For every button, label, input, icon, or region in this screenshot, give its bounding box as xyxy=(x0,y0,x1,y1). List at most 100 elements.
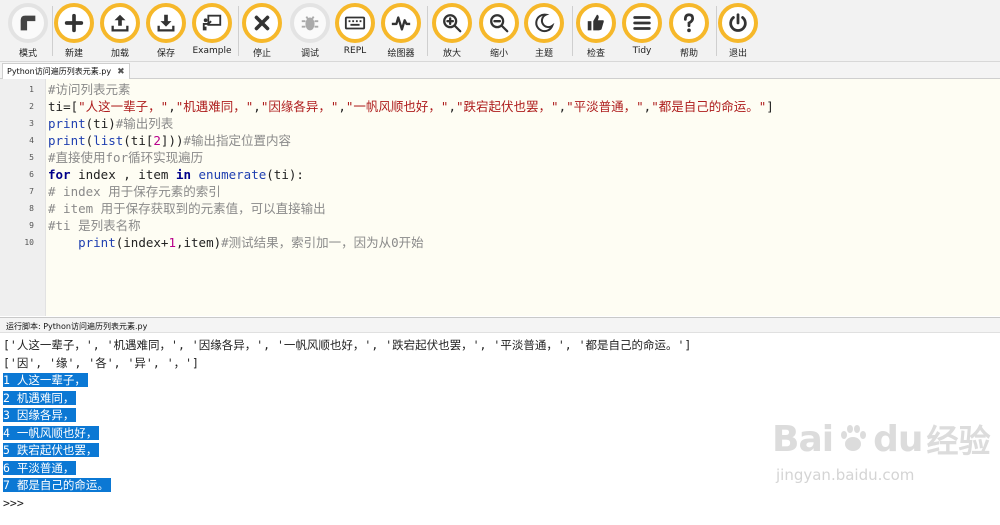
output-header: 运行脚本: Python访问遍历列表元素.py xyxy=(0,317,1000,333)
stop-label: 停止 xyxy=(252,49,271,59)
line-number-gutter: 1 2 3 4 5 6 7 8 9 10 xyxy=(0,79,46,316)
code-token: in xyxy=(175,167,191,182)
code-line[interactable]: for index , item in enumerate(ti): xyxy=(48,166,304,183)
tidy-button[interactable]: Tidy xyxy=(618,3,666,61)
output-line-selected[interactable]: 2 机遇难同， xyxy=(3,389,77,407)
quit-button[interactable]: 退出 xyxy=(714,3,762,61)
output-title: 运行脚本: Python访问遍历列表元素.py xyxy=(6,322,148,331)
code-token: "跌宕起伏也罢，" xyxy=(456,99,559,114)
output-line[interactable]: >>> xyxy=(3,494,31,512)
output-line-selected[interactable]: 7 都是自己的命运。 xyxy=(3,476,111,494)
theme-button[interactable]: 主题 xyxy=(520,3,568,61)
output-text: 2 机遇难同， xyxy=(3,390,77,405)
code-token: (ti[ xyxy=(123,133,154,148)
line-number: 9 xyxy=(29,221,34,230)
line-number: 7 xyxy=(29,187,34,196)
code-line[interactable]: #直接使用for循环实现遍历 xyxy=(48,149,203,166)
code-token: 2 xyxy=(153,133,161,148)
line-number: 8 xyxy=(29,204,34,213)
code-token: #访问列表元素 xyxy=(48,82,131,97)
zoom-in-icon xyxy=(432,3,472,43)
close-tab-icon[interactable]: ✖ xyxy=(117,67,125,77)
code-line[interactable]: # index 用于保存元素的索引 xyxy=(48,183,221,200)
mode-label: 模式 xyxy=(18,49,37,59)
watermark-brand-cn: 经验 xyxy=(926,422,991,460)
moon-icon xyxy=(524,3,564,43)
zoom-in-button[interactable]: 放大 xyxy=(428,3,476,61)
line-number: 6 xyxy=(29,170,34,179)
watermark-brand-latin: Bai xyxy=(772,418,834,460)
stop-button[interactable]: 停止 xyxy=(238,3,286,61)
line-number: 3 xyxy=(29,119,34,128)
output-text: 3 因缘各异， xyxy=(3,408,77,422)
code-token: "一帆风顺也好，" xyxy=(345,99,449,114)
code-token: #测试结果，索引加一，因为从0开始 xyxy=(221,235,424,250)
plotter-button[interactable]: 绘图器 xyxy=(377,3,425,61)
tab-bar: Python访问遍历列表元素.py ✖ xyxy=(0,62,1000,79)
code-token: print xyxy=(48,133,86,148)
example-button[interactable]: Example xyxy=(188,3,236,61)
zoom-out-button[interactable]: 缩小 xyxy=(475,3,523,61)
file-tab[interactable]: Python访问遍历列表元素.py ✖ xyxy=(2,63,130,79)
keyboard-icon xyxy=(335,3,375,43)
check-button[interactable]: 检查 xyxy=(572,3,620,61)
code-line[interactable]: ti=["人这一辈子，","机遇难同，","因缘各异，","一帆风顺也好，","… xyxy=(48,98,774,115)
menu-icon xyxy=(622,3,662,43)
save-label: 保存 xyxy=(156,49,175,59)
output-line-selected[interactable]: 1 人这一辈子， xyxy=(3,371,88,389)
code-line[interactable]: #ti 是列表名称 xyxy=(48,217,141,234)
code-token: , xyxy=(338,99,346,114)
code-token: #输出指定位置内容 xyxy=(183,133,292,148)
output-text: >>> xyxy=(3,495,31,510)
output-line-selected[interactable]: 3 因缘各异， xyxy=(3,406,77,424)
code-token: list xyxy=(93,133,124,148)
output-line-selected[interactable]: 4 一帆风顺也好， xyxy=(3,424,100,442)
code-token: enumerate xyxy=(198,167,267,182)
debug-button[interactable]: 调试 xyxy=(286,3,334,61)
line-number: 2 xyxy=(29,102,34,111)
help-button[interactable]: 帮助 xyxy=(665,3,713,61)
debug-label: 调试 xyxy=(300,49,319,59)
code-line[interactable]: print(ti)#输出列表 xyxy=(48,115,173,132)
output-line-selected[interactable]: 5 跌宕起伏也罢， xyxy=(3,441,100,459)
check-label: 检查 xyxy=(586,49,605,59)
mode-button[interactable]: 模式 xyxy=(4,3,52,61)
new-button[interactable]: 新建 xyxy=(50,3,98,61)
output-line[interactable]: ['因', '缘', '各', '异', '，'] xyxy=(3,354,199,372)
repl-button[interactable]: REPL xyxy=(331,3,379,61)
code-line[interactable]: #访问列表元素 xyxy=(48,81,131,98)
code-line[interactable]: print(index+1,item)#测试结果，索引加一，因为从0开始 xyxy=(48,234,424,251)
code-token: (ti): xyxy=(266,167,304,182)
output-text: ['人这一辈子，', '机遇难同，', '因缘各异，', '一帆风顺也好，', … xyxy=(3,338,692,352)
code-token: (ti) xyxy=(85,116,116,131)
code-token: print xyxy=(48,116,86,131)
code-token: , xyxy=(448,99,456,114)
code-token: ] xyxy=(766,99,774,114)
baidu-logo: Bai du 经验 xyxy=(772,416,992,462)
code-token: # index 用于保存元素的索引 xyxy=(48,184,221,199)
load-button[interactable]: 加载 xyxy=(96,3,144,61)
code-token: ti xyxy=(48,99,64,114)
pulse-icon xyxy=(381,3,421,43)
code-line[interactable]: # item 用于保存获取到的元素值，可以直接输出 xyxy=(48,200,326,217)
code-token: "都是自己的命运。" xyxy=(651,99,767,114)
toolbar: 模式 新建 加载 保存 Example 停止 调试 REPL 绘图器 放大 缩小… xyxy=(0,0,1000,62)
code-editor[interactable]: 1 2 3 4 5 6 7 8 9 10 #访问列表元素 ti=["人这一辈子，","机遇难同，",… xyxy=(0,79,1000,316)
output-line-selected[interactable]: 6 平淡普通， xyxy=(3,459,77,477)
output-line[interactable]: ['人这一辈子，', '机遇难同，', '因缘各异，', '一帆风顺也好，', … xyxy=(3,336,691,354)
code-token: ,item) xyxy=(175,235,222,250)
code-token: , xyxy=(168,99,176,114)
line-number: 1 xyxy=(29,85,34,94)
paw-icon xyxy=(841,425,867,451)
save-button[interactable]: 保存 xyxy=(142,3,190,61)
presentation-icon xyxy=(192,3,232,43)
download-icon xyxy=(146,3,186,43)
zoom-in-label: 放大 xyxy=(442,49,461,59)
tidy-label: Tidy xyxy=(632,46,652,56)
code-token: "因缘各异，" xyxy=(260,99,339,114)
thumbs-up-icon xyxy=(576,3,616,43)
code-line[interactable]: print(list(ti[2]))#输出指定位置内容 xyxy=(48,132,291,149)
output-text: 6 平淡普通， xyxy=(3,460,77,475)
